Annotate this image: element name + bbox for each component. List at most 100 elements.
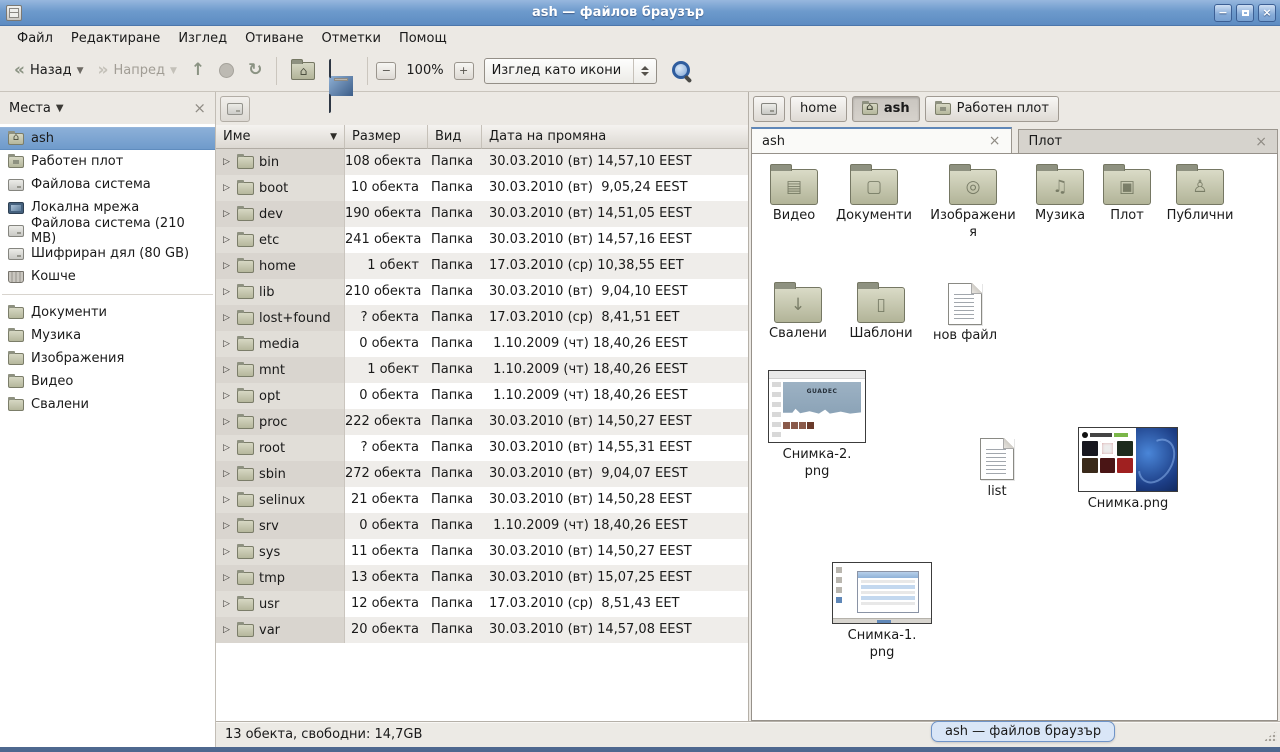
search-icon[interactable] — [671, 60, 693, 82]
file-snimka-2[interactable]: GUADEC Снимка-2.png — [768, 370, 866, 481]
expander-icon[interactable]: ▷ — [221, 521, 232, 531]
expander-icon[interactable]: ▷ — [221, 157, 232, 167]
expander-icon[interactable]: ▷ — [221, 495, 232, 505]
expander-icon[interactable]: ▷ — [221, 365, 232, 375]
minimize-button[interactable]: − — [1214, 4, 1232, 22]
column-header-date[interactable]: Дата на промяна — [482, 125, 748, 149]
tab-ash[interactable]: ash× — [751, 127, 1012, 153]
sidebar-item[interactable]: Кошче — [0, 265, 215, 288]
table-row[interactable]: ▷selinux21 обектаПапка30.03.2010 (вт) 14… — [216, 487, 748, 513]
table-row[interactable]: ▷tmp13 обектаПапка30.03.2010 (вт) 15,07,… — [216, 565, 748, 591]
table-row[interactable]: ▷srv0 обектаПапка 1.10.2009 (чт) 18,40,2… — [216, 513, 748, 539]
view-mode-dropdown[interactable]: Изглед като икони — [484, 58, 658, 84]
expander-icon[interactable]: ▷ — [221, 417, 232, 427]
expander-icon[interactable]: ▷ — [221, 339, 232, 349]
sidebar-item[interactable]: Шифриран дял (80 GB) — [0, 242, 215, 265]
sidebar-item[interactable]: ash — [0, 127, 215, 150]
back-dropdown-icon[interactable]: ▼ — [77, 66, 84, 76]
breadcrumb-button[interactable]: ash — [852, 96, 920, 122]
home-button[interactable]: ⌂ — [285, 57, 321, 85]
tab-close-icon[interactable]: × — [1255, 135, 1267, 149]
sidebar-item[interactable]: Свалени — [0, 393, 215, 416]
expander-icon[interactable]: ▷ — [221, 443, 232, 453]
menu-item[interactable]: Изглед — [169, 26, 236, 50]
menu-item[interactable]: Файл — [8, 26, 62, 50]
zoom-in-button[interactable]: + — [454, 62, 474, 80]
pathbar-root-button[interactable] — [220, 96, 250, 122]
table-row[interactable]: ▷lib210 обектаПапка30.03.2010 (вт) 9,04,… — [216, 279, 748, 305]
column-header-size[interactable]: Размер — [345, 125, 428, 149]
table-row[interactable]: ▷bin108 обектаПапка30.03.2010 (вт) 14,57… — [216, 149, 748, 175]
tab-Плот[interactable]: Плот× — [1018, 129, 1279, 153]
sidebar-item[interactable]: Документи — [0, 301, 215, 324]
file-snimka[interactable]: Снимка.png — [1078, 427, 1178, 513]
folder-1[interactable]: ▢Документи — [836, 162, 912, 225]
sidebar-item[interactable]: Изображения — [0, 347, 215, 370]
maximize-button[interactable] — [1236, 4, 1254, 22]
table-row[interactable]: ▷root? обектаПапка30.03.2010 (вт) 14,55,… — [216, 435, 748, 461]
expander-icon[interactable]: ▷ — [221, 261, 232, 271]
expander-icon[interactable]: ▷ — [221, 391, 232, 401]
folder-5[interactable]: ♙Публични — [1158, 162, 1242, 225]
sidebar-item[interactable]: Видео — [0, 370, 215, 393]
sidebar-close-icon[interactable]: × — [193, 101, 206, 116]
new-file[interactable]: нов файл — [927, 280, 1003, 345]
column-header-name[interactable]: Име ▼ — [216, 125, 345, 149]
expander-icon[interactable]: ▷ — [221, 235, 232, 245]
table-row[interactable]: ▷var20 обектаПапка30.03.2010 (вт) 14,57,… — [216, 617, 748, 643]
reload-button[interactable]: ↻ — [242, 57, 268, 84]
sidebar-item[interactable]: Файлова система — [0, 173, 215, 196]
expander-icon[interactable]: ▷ — [221, 599, 232, 609]
folder-2[interactable]: ◎Изображения — [928, 162, 1018, 242]
table-row[interactable]: ▷home1 обектПапка17.03.2010 (ср) 10,38,5… — [216, 253, 748, 279]
table-row[interactable]: ▷sbin272 обектаПапка30.03.2010 (вт) 9,04… — [216, 461, 748, 487]
expander-icon[interactable]: ▷ — [221, 625, 232, 635]
breadcrumb-button[interactable]: Работен плот — [925, 96, 1059, 122]
window-menu-icon[interactable] — [6, 5, 22, 21]
folder-6[interactable]: ↓Свалени — [760, 280, 836, 343]
menu-item[interactable]: Отиване — [236, 26, 312, 50]
sidebar-item[interactable]: Музика — [0, 324, 215, 347]
table-row[interactable]: ▷opt0 обектаПапка 1.10.2009 (чт) 18,40,2… — [216, 383, 748, 409]
expander-icon[interactable]: ▷ — [221, 573, 232, 583]
breadcrumb-button[interactable] — [753, 96, 785, 122]
zoom-out-button[interactable]: − — [376, 62, 396, 80]
menu-item[interactable]: Редактиране — [62, 26, 169, 50]
table-row[interactable]: ▷usr12 обектаПапка17.03.2010 (ср) 8,51,4… — [216, 591, 748, 617]
tab-close-icon[interactable]: × — [989, 134, 1001, 148]
sidebar-title[interactable]: Места — [9, 101, 51, 116]
chevron-down-icon[interactable]: ▼ — [56, 103, 64, 114]
breadcrumb-button[interactable]: home — [790, 96, 847, 122]
table-row[interactable]: ▷proc222 обектаПапка30.03.2010 (вт) 14,5… — [216, 409, 748, 435]
folder-3[interactable]: ♫Музика — [1020, 162, 1100, 225]
expander-icon[interactable]: ▷ — [221, 313, 232, 323]
folder-0[interactable]: ▤Видео — [756, 162, 832, 225]
computer-button[interactable] — [323, 56, 359, 86]
forward-button[interactable]: » Напред ▼ — [92, 57, 183, 84]
file-snimka-1[interactable]: Снимка-1.png — [832, 562, 932, 662]
column-header-type[interactable]: Вид — [428, 125, 482, 149]
file-list[interactable]: list — [967, 438, 1027, 501]
back-button[interactable]: « Назад ▼ — [8, 57, 90, 84]
titlebar[interactable]: ash — файлов браузър − × — [0, 0, 1280, 26]
table-row[interactable]: ▷mnt1 обектПапка 1.10.2009 (чт) 18,40,26… — [216, 357, 748, 383]
close-button[interactable]: × — [1258, 4, 1276, 22]
table-row[interactable]: ▷etc241 обектаПапка30.03.2010 (вт) 14,57… — [216, 227, 748, 253]
sidebar-item[interactable]: Работен плот — [0, 150, 215, 173]
table-row[interactable]: ▷lost+found? обектаПапка17.03.2010 (ср) … — [216, 305, 748, 331]
table-row[interactable]: ▷sys11 обектаПапка30.03.2010 (вт) 14,50,… — [216, 539, 748, 565]
table-row[interactable]: ▷dev190 обектаПапка30.03.2010 (вт) 14,51… — [216, 201, 748, 227]
menu-item[interactable]: Отметки — [312, 26, 389, 50]
expander-icon[interactable]: ▷ — [221, 547, 232, 557]
folder-4[interactable]: ▣Плот — [1090, 162, 1164, 225]
expander-icon[interactable]: ▷ — [221, 469, 232, 479]
menu-item[interactable]: Помощ — [390, 26, 456, 50]
up-button[interactable]: ↑ — [185, 57, 211, 84]
table-row[interactable]: ▷media0 обектаПапка 1.10.2009 (чт) 18,40… — [216, 331, 748, 357]
expander-icon[interactable]: ▷ — [221, 183, 232, 193]
table-row[interactable]: ▷boot10 обектаПапка30.03.2010 (вт) 9,05,… — [216, 175, 748, 201]
folder-7[interactable]: ▯Шаблони — [843, 280, 919, 343]
expander-icon[interactable]: ▷ — [221, 209, 232, 219]
expander-icon[interactable]: ▷ — [221, 287, 232, 297]
taskbar-badge[interactable]: ash — файлов браузър — [931, 721, 1115, 742]
